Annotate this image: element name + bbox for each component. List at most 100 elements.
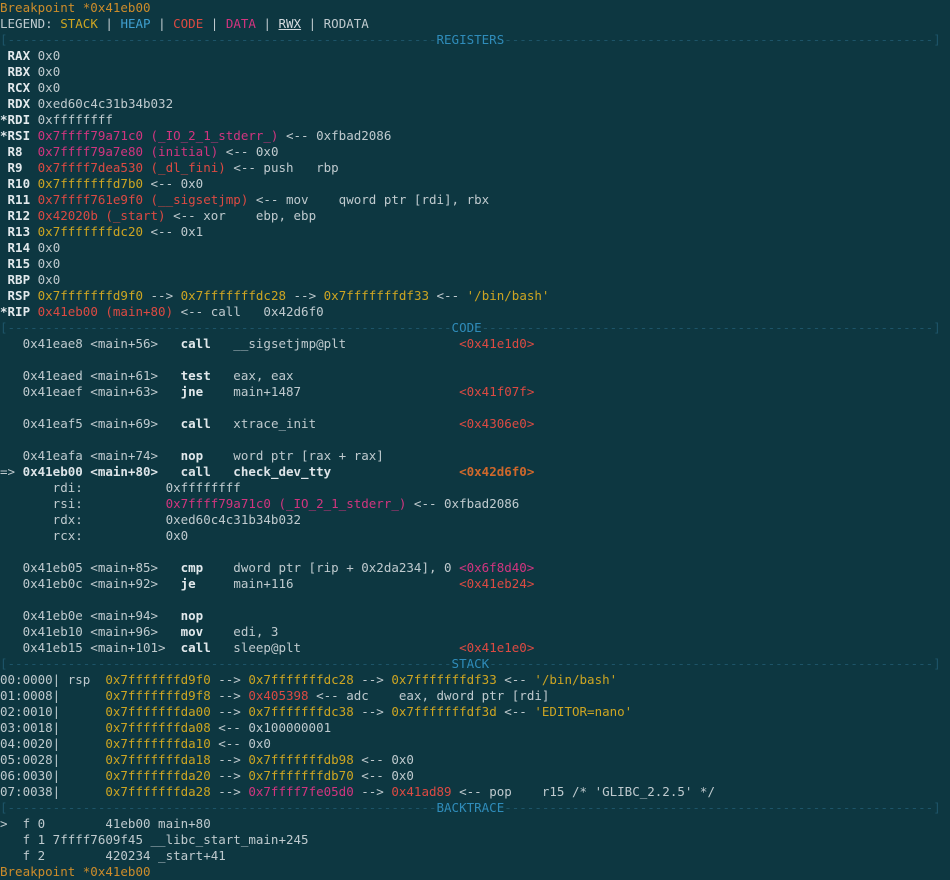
text-segment: <0x41e1e0>: [459, 640, 534, 655]
text-segment: -->: [211, 784, 249, 799]
text-segment: [346, 336, 459, 351]
text-segment: ----------------------------------------…: [504, 32, 941, 47]
text-segment: 03:0018|: [0, 720, 105, 735]
text-segment: 0x0: [38, 80, 61, 95]
text-segment: <-- 0x0: [211, 736, 271, 751]
register-rax: RAX 0x0: [0, 48, 950, 64]
register-r8: R8 0x7ffff79a7e80 (initial) <-- 0x0: [0, 144, 950, 160]
text-segment: 0x41eae8 <main+56>: [0, 336, 181, 351]
text-segment: 0x41eb00 (main+80): [38, 304, 173, 319]
text-segment: '/bin/bash': [467, 288, 550, 303]
text-segment: 0x405398: [248, 688, 308, 703]
text-segment: 0x41eaed <main+61>: [0, 368, 181, 383]
text-segment: -->: [211, 672, 249, 687]
text-segment: <0x41f07f>: [459, 384, 534, 399]
breakpoint-header: Breakpoint *0x41eb00: [0, 0, 950, 16]
debugger-terminal: Breakpoint *0x41eb00LEGEND: STACK | HEAP…: [0, 0, 950, 878]
text-segment: |: [256, 16, 279, 31]
text-segment: 0x7fffffffda28: [105, 784, 210, 799]
text-segment: -->: [354, 704, 392, 719]
register-r9: R9 0x7ffff7dea530 (_dl_fini) <-- push rb…: [0, 160, 950, 176]
text-segment: 07:0038|: [0, 784, 105, 799]
section-label: REGISTERS: [437, 32, 505, 47]
text-segment: -->: [143, 288, 181, 303]
text-segment: [0, 432, 8, 447]
text-segment: 0x7ffff79a71c0 (_IO_2_1_stderr_): [166, 496, 407, 511]
text-segment: 0x7fffffffdb70: [248, 768, 353, 783]
stack-row-4: 04:0020| 0x7fffffffda10 <-- 0x0: [0, 736, 950, 752]
text-segment: 0x0: [38, 64, 61, 79]
text-segment: 0xed60c4c31b34b032: [38, 96, 173, 111]
disasm-main94: 0x41eb0e <main+94> nop: [0, 608, 950, 624]
call-arg-rdx: rdx: 0xed60c4c31b34b032: [0, 512, 950, 528]
stack-row-0: 00:0000| rsp 0x7fffffffd9f0 --> 0x7fffff…: [0, 672, 950, 688]
text-segment: 06:0030|: [0, 768, 105, 783]
text-segment: R15: [0, 256, 38, 271]
text-segment: 0x7fffffffda00: [105, 704, 210, 719]
text-segment: 0x41ad89: [391, 784, 451, 799]
backtrace-separator: [---------------------------------------…: [0, 800, 950, 816]
text-segment: 0xffffffff: [38, 112, 113, 127]
section-label: CODE: [452, 320, 482, 335]
register-rcx: RCX 0x0: [0, 80, 950, 96]
call-arg-rcx: rcx: 0x0: [0, 528, 950, 544]
text-segment: 0x7ffff79a71c0 (_IO_2_1_stderr_): [38, 128, 279, 143]
text-segment: *RIP: [0, 304, 38, 319]
call-arg-rsi: rsi: 0x7ffff79a71c0 (_IO_2_1_stderr_) <-…: [0, 496, 950, 512]
backtrace-frame-1: f 1 7ffff7609f45 __libc_start_main+245: [0, 832, 950, 848]
register-rbx: RBX 0x0: [0, 64, 950, 80]
blank: [0, 544, 950, 560]
text-segment: 0x7fffffffda08: [105, 720, 210, 735]
text-segment: <--: [497, 672, 535, 687]
text-segment: -->: [211, 688, 249, 703]
text-segment: 'EDITOR=nano': [534, 704, 632, 719]
text-segment: -->: [286, 288, 324, 303]
register-rbp: RBP 0x0: [0, 272, 950, 288]
text-segment: 0x7fffffffdf3d: [391, 704, 496, 719]
text-segment: 0x7ffff7fe05d0: [248, 784, 353, 799]
text-segment: dword ptr [rip + 0x2da234], 0: [203, 560, 459, 575]
text-segment: rsi:: [0, 496, 166, 511]
stack-row-2: 02:0010| 0x7fffffffda00 --> 0x7fffffffdc…: [0, 704, 950, 720]
text-segment: -->: [354, 672, 392, 687]
text-segment: 0x41eaef <main+63>: [0, 384, 181, 399]
text-segment: 0x41eb05 <main+85>: [0, 560, 181, 575]
text-segment: [---------------------------------------…: [0, 320, 452, 335]
text-segment: jne: [181, 384, 204, 399]
text-segment: [294, 576, 460, 591]
text-segment: <-- 0x1: [143, 224, 203, 239]
text-segment: nop: [181, 608, 204, 623]
text-segment: RWX: [279, 16, 302, 31]
text-segment: test: [181, 368, 211, 383]
text-segment: 0x7fffffffdb98: [248, 752, 353, 767]
text-segment: 0x41eb00 <main+80>: [23, 464, 181, 479]
text-segment: call: [181, 336, 211, 351]
text-segment: -->: [211, 768, 249, 783]
disasm-main92: 0x41eb0c <main+92> je main+116 <0x41eb24…: [0, 576, 950, 592]
backtrace-frame-0: > f 0 41eb00 main+80: [0, 816, 950, 832]
text-segment: 02:0010|: [0, 704, 105, 719]
text-segment: -->: [354, 784, 392, 799]
text-segment: ----------------------------------------…: [489, 656, 941, 671]
blank: [0, 592, 950, 608]
text-segment: |: [98, 16, 121, 31]
text-segment: 0x7fffffffda20: [105, 768, 210, 783]
text-segment: [---------------------------------------…: [0, 800, 437, 815]
text-segment: <--: [429, 288, 467, 303]
text-segment: 0x41eaf5 <main+69>: [0, 416, 181, 431]
text-segment: <-- 0xfbad2086: [406, 496, 519, 511]
legend: LEGEND: STACK | HEAP | CODE | DATA | RWX…: [0, 16, 950, 32]
text-segment: Breakpoint *0x41eb00: [0, 0, 151, 15]
text-segment: [0, 592, 8, 607]
disasm-main101: 0x41eb15 <main+101> call sleep@plt <0x41…: [0, 640, 950, 656]
text-segment: <-- call 0x42d6f0: [173, 304, 324, 319]
text-segment: 01:0008|: [0, 688, 105, 703]
text-segment: 0x7ffff79a7e80 (initial): [38, 144, 219, 159]
text-segment: rdi: 0xffffffff: [0, 480, 241, 495]
disasm-main85: 0x41eb05 <main+85> cmp dword ptr [rip + …: [0, 560, 950, 576]
text-segment: <-- xor ebp, ebp: [166, 208, 317, 223]
text-segment: [316, 416, 459, 431]
text-segment: 04:0020|: [0, 736, 105, 751]
text-segment: 0x7fffffffd7b0: [38, 176, 143, 191]
text-segment: 0x42020b (_start): [38, 208, 166, 223]
